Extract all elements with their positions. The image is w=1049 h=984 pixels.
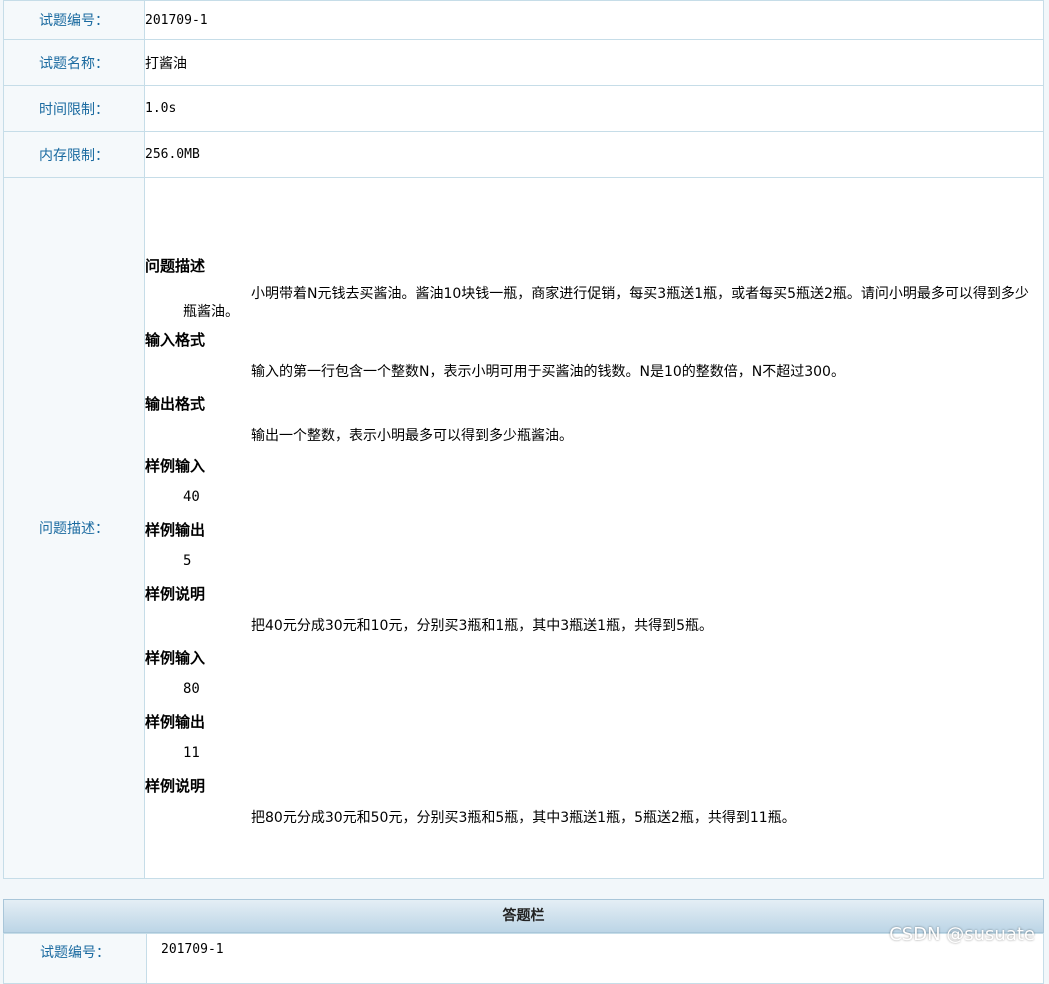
sample-explain-heading: 样例说明 (145, 584, 206, 603)
sample-explain-text: 把40元分成30元和10元，分别买3瓶和1瓶，其中3瓶送1瓶，共得到5瓶。 (251, 617, 713, 634)
answer-row-id: 试题编号： 201709-1 (3, 933, 1044, 984)
desc-heading: 问题描述 (145, 256, 206, 275)
description-content: 问题描述 小明带着N元钱去买酱油。酱油10块钱一瓶，商家进行促销，每买3瓶送1瓶… (144, 177, 1044, 879)
info-row-description: 问题描述： 问题描述 小明带着N元钱去买酱油。酱油10块钱一瓶，商家进行促销，每… (3, 177, 1044, 879)
sample-input-heading: 样例输入 (145, 648, 206, 667)
info-row-time: 时间限制： 1.0s (3, 85, 1044, 132)
answer-id-label: 试题编号： (3, 933, 147, 984)
sample-input-value: 80 (183, 680, 200, 697)
answer-table: 试题编号： 201709-1 (3, 933, 1044, 984)
time-value: 1.0s (144, 85, 1044, 132)
id-value: 201709-1 (144, 0, 1044, 40)
problem-info-table: 试题编号： 201709-1 试题名称： 打酱油 时间限制： 1.0s 内存限制… (3, 0, 1044, 879)
memory-label: 内存限制： (3, 131, 145, 178)
name-label: 试题名称： (3, 39, 145, 86)
time-label: 时间限制： (3, 85, 145, 132)
sample-output-value: 5 (183, 552, 192, 569)
sample-output-heading: 样例输出 (145, 712, 206, 731)
sample-input-heading: 样例输入 (145, 456, 206, 475)
description-label: 问题描述： (3, 177, 145, 879)
input-format-text: 输入的第一行包含一个整数N，表示小明可用于买酱油的钱数。N是10的整数倍，N不超… (251, 363, 845, 380)
info-row-memory: 内存限制： 256.0MB (3, 131, 1044, 178)
sample-output-heading: 样例输出 (145, 520, 206, 539)
output-format-heading: 输出格式 (145, 394, 206, 413)
desc-text: 小明带着N元钱去买酱油。酱油10块钱一瓶，商家进行促销，每买3瓶送1瓶，或者每买… (183, 285, 1029, 320)
sample-explain-heading: 样例说明 (145, 776, 206, 795)
answer-bar-header: 答题栏 (3, 899, 1044, 933)
name-value: 打酱油 (144, 39, 1044, 86)
info-row-name: 试题名称： 打酱油 (3, 39, 1044, 86)
sample-input-value: 40 (183, 488, 200, 505)
watermark: CSDN @susuate (889, 924, 1035, 945)
info-row-id: 试题编号： 201709-1 (3, 0, 1044, 40)
output-format-text: 输出一个整数，表示小明最多可以得到多少瓶酱油。 (251, 427, 573, 444)
sample-explain-text: 把80元分成30元和50元，分别买3瓶和5瓶，其中3瓶送1瓶，5瓶送2瓶，共得到… (251, 809, 796, 826)
memory-value: 256.0MB (144, 131, 1044, 178)
id-label: 试题编号： (3, 0, 145, 40)
input-format-heading: 输入格式 (145, 330, 206, 349)
sample-output-value: 11 (183, 744, 200, 761)
